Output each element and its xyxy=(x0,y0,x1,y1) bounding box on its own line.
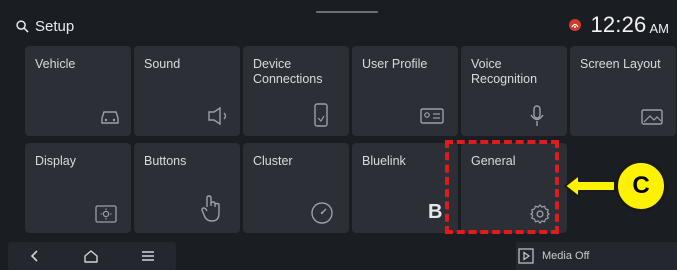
callout-badge: C xyxy=(615,160,667,212)
tile-device-connections[interactable]: Device Connections xyxy=(243,46,349,136)
touch-hand-icon xyxy=(201,195,220,222)
clock-ampm: AM xyxy=(649,20,670,36)
tile-label: Cluster xyxy=(253,154,293,168)
speaker-icon xyxy=(208,106,227,126)
navigation-buttons xyxy=(8,242,176,270)
tile-screen-layout[interactable]: Screen Layout xyxy=(570,46,676,136)
car-icon xyxy=(101,111,119,124)
microphone-icon xyxy=(530,105,544,126)
status-area: 12:26 AM xyxy=(568,10,669,40)
tile-label: Device Connections xyxy=(253,57,323,86)
tile-label: Screen Layout xyxy=(580,57,661,71)
highlight-box xyxy=(445,140,559,234)
media-play-icon xyxy=(518,248,534,264)
image-icon xyxy=(641,109,663,125)
tile-sound[interactable]: Sound xyxy=(134,46,240,136)
tile-label: Display xyxy=(35,154,76,168)
tile-label: User Profile xyxy=(362,57,428,71)
gauge-icon xyxy=(311,202,333,224)
tile-user-profile[interactable]: User Profile xyxy=(352,46,458,136)
infotainment-screen: Setup 12:26 AM Vehicle Sound Device Conn… xyxy=(0,0,677,270)
tile-bluelink[interactable]: Bluelink B xyxy=(352,143,458,233)
search-icon[interactable] xyxy=(16,19,29,33)
tile-buttons[interactable]: Buttons xyxy=(134,143,240,233)
tile-vehicle[interactable]: Vehicle xyxy=(25,46,131,136)
pull-down-handle[interactable] xyxy=(316,11,378,13)
profile-card-icon xyxy=(420,108,444,124)
brightness-icon xyxy=(95,205,117,223)
menu-icon[interactable] xyxy=(141,250,155,262)
page-title-area: Setup xyxy=(16,16,74,36)
callout-arrow-icon xyxy=(564,174,616,198)
media-widget[interactable]: Media Off xyxy=(516,242,677,270)
bluelink-icon: B xyxy=(428,201,443,223)
home-icon[interactable] xyxy=(83,249,99,263)
back-icon[interactable] xyxy=(29,249,41,263)
tile-display[interactable]: Display xyxy=(25,143,131,233)
page-title: Setup xyxy=(35,17,75,35)
settings-grid: Vehicle Sound Device Connections User Pr… xyxy=(0,44,677,240)
tile-voice-recognition[interactable]: Voice Recognition xyxy=(461,46,567,136)
tile-label: Voice Recognition xyxy=(471,57,538,86)
tile-label: Bluelink xyxy=(362,154,406,168)
media-status-label: Media Off xyxy=(542,250,590,262)
tile-label: Sound xyxy=(144,57,181,71)
tile-label: Vehicle xyxy=(35,57,76,71)
tile-cluster[interactable]: Cluster xyxy=(243,143,349,233)
clock-time: 12:26 xyxy=(590,12,647,37)
wireless-status-icon xyxy=(569,19,582,31)
phone-icon xyxy=(314,103,328,127)
tile-label: Buttons xyxy=(144,154,187,168)
